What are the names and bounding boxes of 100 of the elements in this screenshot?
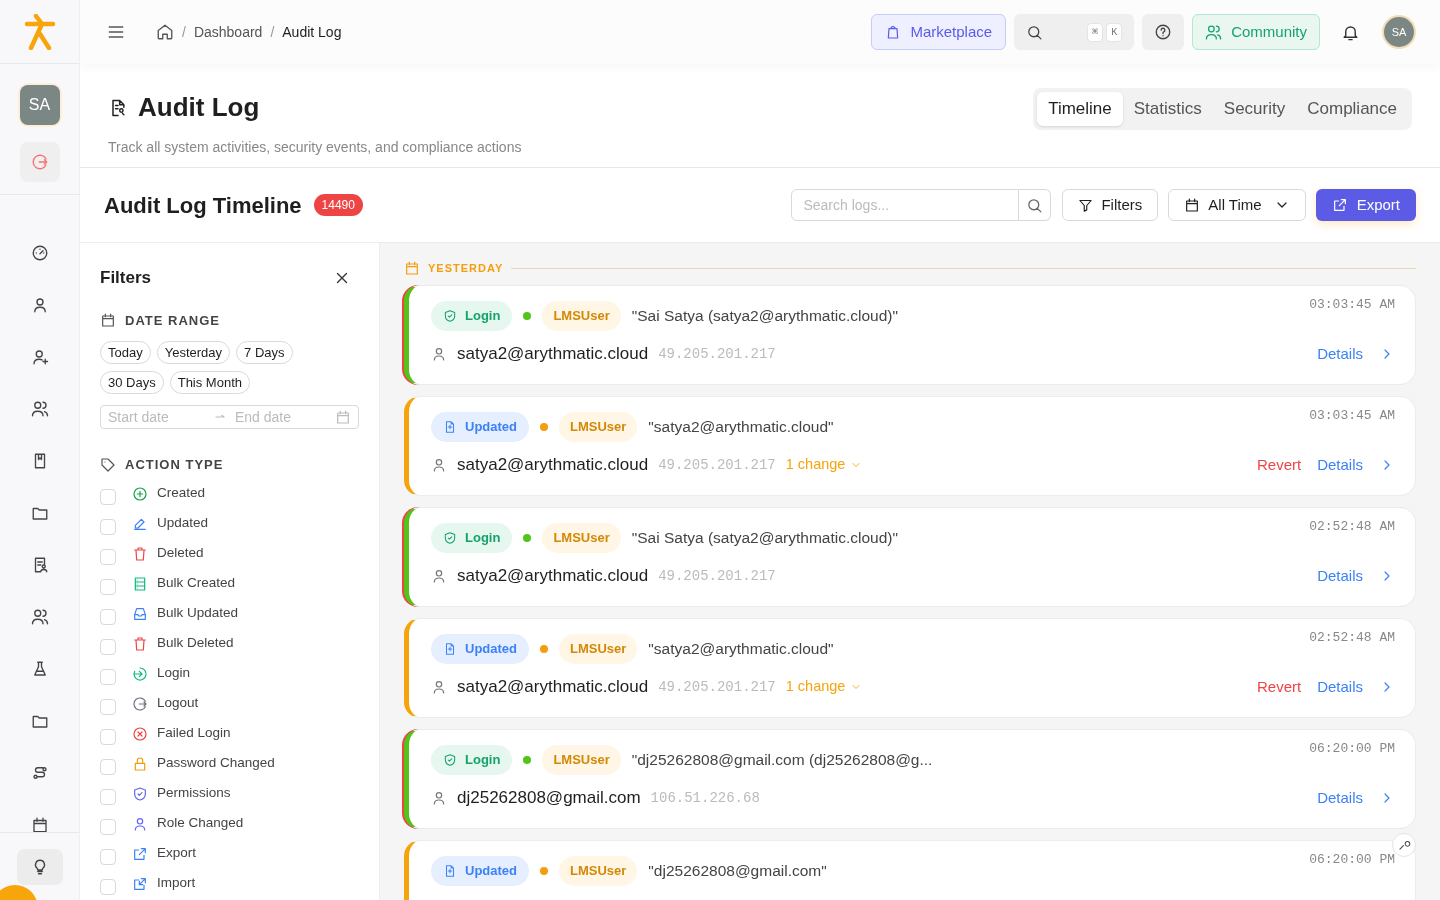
checkbox[interactable] bbox=[100, 788, 116, 805]
nav-item[interactable] bbox=[29, 399, 50, 419]
log-card[interactable]: Updated LMSUser "satya2@arythmatic.cloud" 03:03:45 AM satya2@arythmatic.cloud 49.205.201.217 1 change Revert Details bbox=[404, 396, 1416, 496]
action-tag: Updated bbox=[431, 634, 529, 664]
checkbox-label: Bulk Updated bbox=[157, 604, 239, 623]
action-tag: Login bbox=[431, 745, 513, 775]
calendar-icon bbox=[1184, 197, 1201, 213]
checkbox[interactable] bbox=[100, 848, 116, 865]
calendar-icon bbox=[30, 816, 49, 834]
user-icon bbox=[431, 346, 447, 362]
log-card[interactable]: Updated LMSUser "dj25262808@gmail.com" 06:20:00 PM bbox=[404, 840, 1416, 900]
details-link[interactable]: Details bbox=[1317, 675, 1395, 699]
action-tag: Updated bbox=[431, 856, 529, 886]
checkbox[interactable] bbox=[100, 488, 116, 505]
checkbox-label: Login bbox=[157, 664, 191, 683]
checkbox[interactable] bbox=[100, 638, 116, 655]
logout-icon bbox=[30, 153, 49, 171]
tab[interactable]: Compliance bbox=[1296, 92, 1408, 126]
checkbox[interactable] bbox=[100, 518, 116, 535]
checkbox[interactable] bbox=[100, 608, 116, 625]
lock-icon bbox=[132, 755, 148, 772]
tab[interactable]: Security bbox=[1212, 92, 1297, 126]
log-time: 03:03:45 AM bbox=[1309, 296, 1395, 314]
panel-title: Filters bbox=[100, 267, 152, 289]
log-card[interactable]: Login LMSUser "dj25262808@gmail.com (dj25262808@g... 06:20:00 PM dj25262808@gmail.com 106.51.226.68 Details bbox=[404, 729, 1416, 829]
page-subtitle: Track all system activities, security events, and compliance actions bbox=[108, 138, 522, 157]
nav-item[interactable] bbox=[29, 607, 50, 627]
ip-address: 49.205.201.217 bbox=[658, 455, 776, 475]
shield-check-icon bbox=[443, 753, 457, 767]
log-card[interactable]: Updated LMSUser "satya2@arythmatic.cloud" 02:52:48 AM satya2@arythmatic.cloud 49.205.201.217 1 change Revert Details bbox=[404, 618, 1416, 718]
filter-icon bbox=[1078, 197, 1094, 213]
filters-button[interactable]: Filters bbox=[1062, 189, 1159, 221]
search-button[interactable] bbox=[1019, 189, 1052, 221]
checkbox[interactable] bbox=[100, 878, 116, 895]
details-link[interactable]: Details bbox=[1317, 564, 1395, 588]
breadcrumb-link[interactable]: Audit Log bbox=[282, 21, 342, 43]
search-field[interactable]: Search logs... bbox=[791, 189, 1020, 221]
page-title: Audit Log bbox=[138, 91, 260, 124]
help-button[interactable] bbox=[1142, 14, 1185, 50]
tab[interactable]: Statistics bbox=[1122, 92, 1213, 126]
export-icon bbox=[1331, 197, 1348, 213]
logout-button[interactable] bbox=[19, 142, 60, 182]
tab[interactable]: Timeline bbox=[1037, 92, 1123, 126]
export-button[interactable]: Export bbox=[1315, 189, 1416, 221]
section-label: DATE RANGE bbox=[125, 311, 220, 330]
checkbox-label: Failed Login bbox=[157, 724, 231, 743]
revert-link[interactable]: Revert bbox=[1256, 453, 1302, 477]
user-avatar[interactable]: SA bbox=[1384, 17, 1414, 47]
search-icon bbox=[1026, 196, 1044, 214]
users-icon bbox=[1205, 23, 1223, 41]
details-link[interactable]: Details bbox=[1317, 786, 1395, 810]
shortcut-key: ⌘ bbox=[1087, 22, 1104, 42]
breadcrumb-separator: / bbox=[270, 22, 275, 42]
details-link[interactable]: Details bbox=[1317, 342, 1395, 366]
checkbox[interactable] bbox=[100, 578, 116, 595]
checkbox[interactable] bbox=[100, 698, 116, 715]
user-icon bbox=[132, 815, 148, 832]
details-link[interactable]: Details bbox=[1317, 453, 1395, 477]
entity-tag: LMSUser bbox=[559, 634, 638, 664]
marketplace-button[interactable]: Marketplace bbox=[871, 14, 1007, 50]
document-icon bbox=[443, 864, 457, 878]
document-icon bbox=[443, 420, 457, 434]
count-badge: 14490 bbox=[313, 194, 363, 216]
user-plus-icon bbox=[30, 348, 49, 366]
checkbox[interactable] bbox=[100, 818, 116, 835]
user-icon bbox=[431, 679, 447, 695]
log-time: 02:52:48 AM bbox=[1309, 518, 1395, 536]
log-card[interactable]: Login LMSUser "Sai Satya (satya2@arythmatic.cloud)" 02:52:48 AM satya2@arythmatic.cloud 49.205.201.217 Details bbox=[404, 507, 1416, 607]
user-email: dj25262808@gmail.com bbox=[457, 787, 641, 810]
checkbox[interactable] bbox=[100, 758, 116, 775]
log-card[interactable]: Login LMSUser "Sai Satya (satya2@arythmatic.cloud)" 03:03:45 AM satya2@arythmatic.cloud 49.205.201.217 Details bbox=[404, 285, 1416, 385]
trash-icon bbox=[132, 545, 148, 562]
users-icon bbox=[30, 608, 49, 626]
ip-address: 49.205.201.217 bbox=[658, 677, 776, 697]
checkbox[interactable] bbox=[100, 668, 116, 685]
log-time: 02:52:48 AM bbox=[1309, 629, 1395, 647]
tag-icon bbox=[100, 456, 116, 473]
action-tag: Login bbox=[431, 523, 513, 553]
search-button[interactable]: ⌘ K bbox=[1014, 14, 1135, 50]
search-icon bbox=[1026, 23, 1044, 41]
log-description: "dj25262808@gmail.com" bbox=[648, 861, 827, 882]
checkbox-label: Updated bbox=[157, 514, 209, 533]
calendar-icon bbox=[404, 260, 420, 276]
checkbox[interactable] bbox=[100, 548, 116, 565]
export-icon bbox=[132, 845, 148, 862]
document-icon bbox=[443, 642, 457, 656]
date-range-select[interactable]: All Time bbox=[1168, 189, 1306, 221]
user-icon bbox=[431, 568, 447, 584]
shield-check-icon bbox=[443, 531, 457, 545]
user-email: satya2@arythmatic.cloud bbox=[457, 676, 649, 699]
checkbox-label: Import bbox=[157, 874, 196, 893]
user-avatar[interactable]: SA bbox=[19, 85, 60, 125]
checkbox[interactable] bbox=[100, 728, 116, 745]
checkbox-label: Bulk Deleted bbox=[157, 634, 234, 653]
revert-link[interactable]: Revert bbox=[1256, 675, 1302, 699]
trash-icon bbox=[132, 635, 148, 652]
breadcrumb-link[interactable]: Dashboard bbox=[193, 21, 263, 43]
login-icon bbox=[132, 665, 148, 682]
section-label: ACTION TYPE bbox=[125, 456, 224, 474]
tips-button[interactable] bbox=[17, 849, 63, 885]
